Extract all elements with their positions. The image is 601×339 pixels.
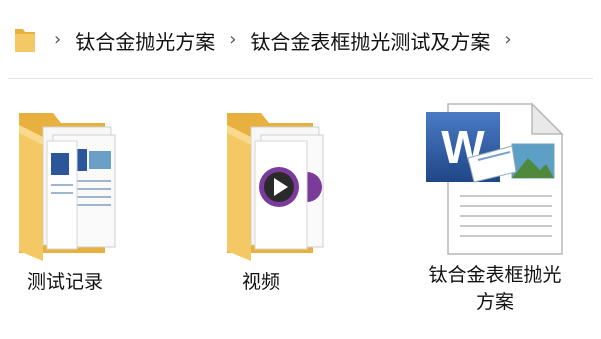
folder-item-video[interactable]: 视频 [222, 105, 340, 296]
chevron-right-icon[interactable]: › [504, 31, 511, 49]
chevron-right-icon[interactable]: › [54, 31, 61, 49]
file-item-word-document[interactable]: W 钛合金表框抛光 方案 [410, 100, 580, 316]
word-document-icon: W [426, 102, 564, 255]
folder-item-test-records[interactable]: 测试记录 [14, 105, 132, 296]
breadcrumb-item-current[interactable]: 钛合金表框抛光测试及方案 [250, 26, 490, 55]
folder-icon [15, 29, 35, 52]
file-name-label: 视频 [242, 271, 281, 293]
file-name-label: 钛合金表框抛光 方案 [428, 264, 562, 313]
file-name-label: 测试记录 [27, 271, 104, 293]
folder-with-documents-icon [19, 113, 116, 261]
chevron-right-icon[interactable]: › [229, 31, 236, 49]
video-folder-icon [227, 113, 324, 261]
address-bar[interactable]: › 钛合金抛光方案 › 钛合金表框抛光测试及方案 › [0, 0, 601, 80]
explorer-window: › 钛合金抛光方案 › 钛合金表框抛光测试及方案 › 测试记录 视频 W 钛合金… [0, 0, 601, 339]
breadcrumb-item-parent[interactable]: 钛合金抛光方案 [75, 26, 215, 55]
divider [8, 78, 593, 79]
